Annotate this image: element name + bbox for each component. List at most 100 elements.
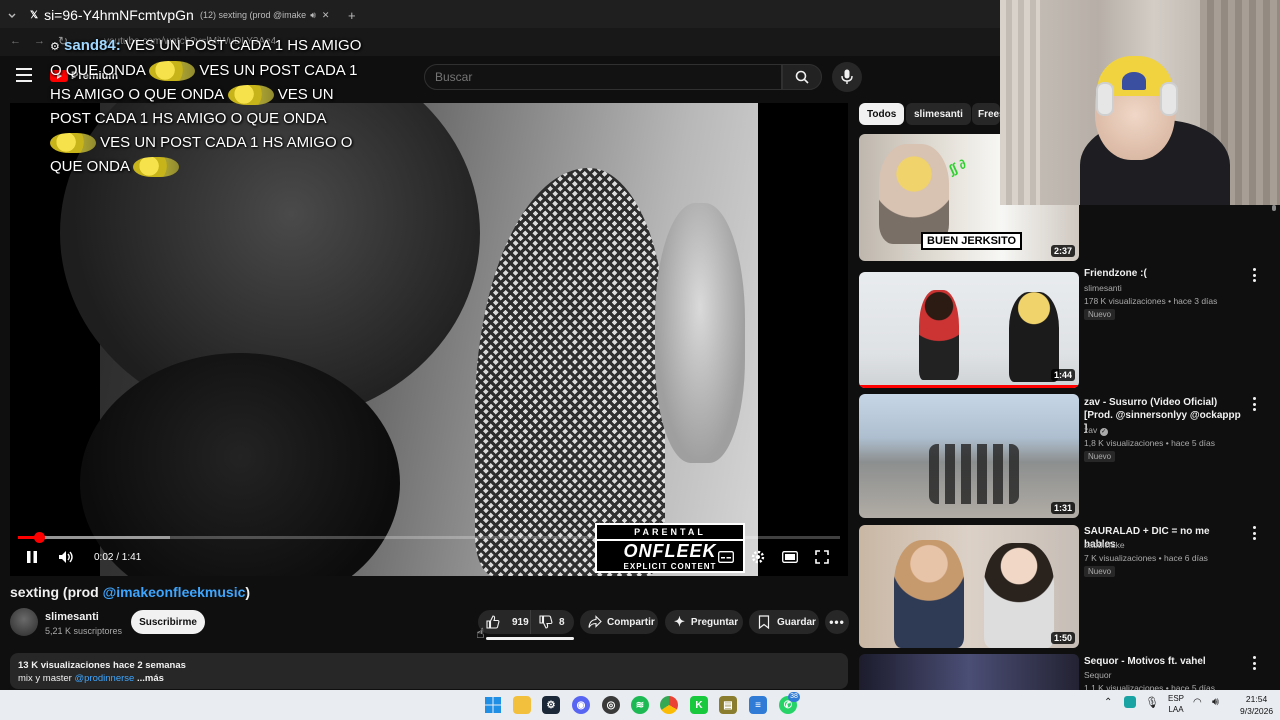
rec-channel[interactable]: slimesanti <box>1084 281 1122 295</box>
thumbs-down-icon <box>539 615 553 629</box>
like-ratio-bar <box>486 637 574 640</box>
save-button[interactable]: Guardar <box>749 610 819 634</box>
notepad-icon[interactable]: ≡ <box>749 696 767 714</box>
rec-thumbnail[interactable]: 1:31 <box>859 394 1079 518</box>
rec-thumbnail[interactable]: 1:50 <box>859 525 1079 648</box>
video-title-link[interactable]: @imakeonfleekmusic <box>103 584 246 600</box>
rec-title[interactable]: zav - Susurro (Video Oficial) [Prod. @si… <box>1084 396 1244 435</box>
bookmark-icon <box>758 615 770 629</box>
gear-icon <box>751 550 765 564</box>
chip-all[interactable]: Todos <box>859 103 905 125</box>
video-duration: 1:50 <box>1050 632 1075 644</box>
more-horizontal-icon: ••• <box>829 615 845 629</box>
dislike-count: 8 <box>559 616 565 628</box>
sparkle-icon: ✦ <box>674 614 685 629</box>
share-button[interactable]: Compartir <box>580 610 658 634</box>
search-button[interactable] <box>782 64 822 90</box>
rec-channel[interactable]: saddicfake <box>1084 538 1125 552</box>
rec-title[interactable]: Friendzone :( <box>1084 267 1244 280</box>
back-icon[interactable]: ← <box>10 35 21 47</box>
forward-icon[interactable]: → <box>34 35 45 47</box>
rec-channel[interactable]: Sequor <box>1084 668 1111 682</box>
app-icon[interactable]: ▤ <box>719 696 737 714</box>
like-button[interactable]: 919 <box>478 610 530 634</box>
menu-icon[interactable] <box>16 68 32 82</box>
webcam-overlay <box>1000 0 1280 205</box>
kebab-menu-icon[interactable] <box>1250 526 1258 540</box>
language-indicator[interactable]: ESP LAA <box>1168 693 1184 715</box>
channel-name[interactable]: slimesanti <box>45 611 99 623</box>
settings-button[interactable] <box>748 547 768 567</box>
description-stats: 13 K visualizaciones hace 2 semanas <box>18 660 186 671</box>
video-title-text: sexting (prod <box>10 584 103 600</box>
chip-slimesanti[interactable]: slimesanti <box>906 103 971 125</box>
ask-button[interactable]: ✦ Preguntar <box>665 610 743 634</box>
ask-label: Preguntar <box>690 616 739 628</box>
progress-scrubber[interactable] <box>33 532 45 543</box>
subtitles-button[interactable] <box>716 547 736 567</box>
group-figures <box>929 444 1019 504</box>
kick-icon[interactable]: K <box>690 696 708 714</box>
chat-username: sand84: <box>64 37 121 54</box>
dislike-button[interactable]: 8 <box>530 610 574 634</box>
wifi-icon[interactable]: ◠ <box>1193 697 1202 708</box>
watched-progress <box>859 385 1079 388</box>
subscribe-button[interactable]: Suscribirme <box>131 610 205 634</box>
channel-avatar[interactable] <box>10 608 38 636</box>
description-box[interactable]: 13 K visualizaciones hace 2 semanas mix … <box>10 653 848 689</box>
rec-channel[interactable]: zav ✓ <box>1084 423 1108 437</box>
kebab-menu-icon[interactable] <box>1250 268 1258 282</box>
obs-icon[interactable]: ◎ <box>602 696 620 714</box>
system-clock[interactable]: 21:54 9/3/2026 <box>1240 693 1273 717</box>
kebab-menu-icon[interactable] <box>1250 656 1258 670</box>
spotify-icon[interactable]: ≋ <box>631 696 649 714</box>
notification-badge: 38 <box>788 692 800 702</box>
discord-icon[interactable]: ◉ <box>572 696 590 714</box>
subtitles-icon <box>718 551 734 563</box>
steam-icon[interactable]: ⚙︎ <box>542 696 560 714</box>
theater-icon <box>782 551 798 563</box>
tray-app-icon[interactable] <box>1124 696 1136 708</box>
mouse-cursor-icon: ☝︎ <box>476 625 485 641</box>
rec-title[interactable]: Sequor - Motivos ft. vahel <box>1084 655 1244 668</box>
show-more-button[interactable]: ...más <box>134 673 164 684</box>
new-badge: Nuevo <box>1084 566 1116 577</box>
kebab-menu-icon[interactable] <box>1250 397 1258 411</box>
description-line: mix y master @prodinnerse ...más <box>18 672 840 685</box>
time-display: 0:02 / 1:41 <box>94 551 142 563</box>
tab-list-button[interactable] <box>6 4 18 26</box>
chrome-icon[interactable] <box>660 696 678 714</box>
search-input[interactable] <box>424 64 782 90</box>
cat-emote <box>133 157 180 178</box>
keyboard-layout: LAA <box>1168 705 1184 714</box>
fullscreen-icon <box>815 550 829 564</box>
microphone-tray-icon[interactable]: 🎙︎ <box>1145 696 1159 709</box>
video-duration: 1:44 <box>1050 369 1075 381</box>
file-explorer-icon[interactable] <box>513 696 531 714</box>
theater-mode-button[interactable] <box>780 547 800 567</box>
rec-views: 1,1 K visualizaciones • hace 5 días <box>1084 683 1216 690</box>
volume-tray-icon[interactable]: 🔊︎ <box>1212 696 1219 709</box>
chip-frees[interactable]: Frees <box>972 103 1000 125</box>
chevron-up-icon[interactable]: ⌃ <box>1104 697 1112 708</box>
description-link[interactable]: @prodinnerse <box>74 673 134 684</box>
search-icon <box>795 70 809 84</box>
rec-views: 7 K visualizaciones • hace 6 días <box>1084 553 1208 563</box>
rec-thumbnail[interactable]: 1:44 <box>859 272 1079 388</box>
chevron-down-icon <box>8 13 16 18</box>
fullscreen-button[interactable] <box>812 547 832 567</box>
pause-button[interactable] <box>22 547 42 567</box>
more-actions-button[interactable]: ••• <box>825 610 849 634</box>
voice-search-button[interactable] <box>832 62 862 92</box>
pause-icon <box>27 551 37 563</box>
cat-emote <box>227 85 274 106</box>
new-badge: Nuevo <box>1084 451 1116 462</box>
volume-button[interactable] <box>56 547 76 567</box>
video-duration: 1:31 <box>1050 502 1075 514</box>
scrollbar-thumb[interactable] <box>1272 205 1276 211</box>
houndstooth-garment <box>475 168 665 576</box>
video-title: sexting (prod @imakeonfleekmusic) <box>10 584 250 600</box>
windows-start-icon[interactable] <box>484 696 502 714</box>
person-figure <box>879 144 949 244</box>
rec-thumbnail[interactable] <box>859 654 1079 690</box>
